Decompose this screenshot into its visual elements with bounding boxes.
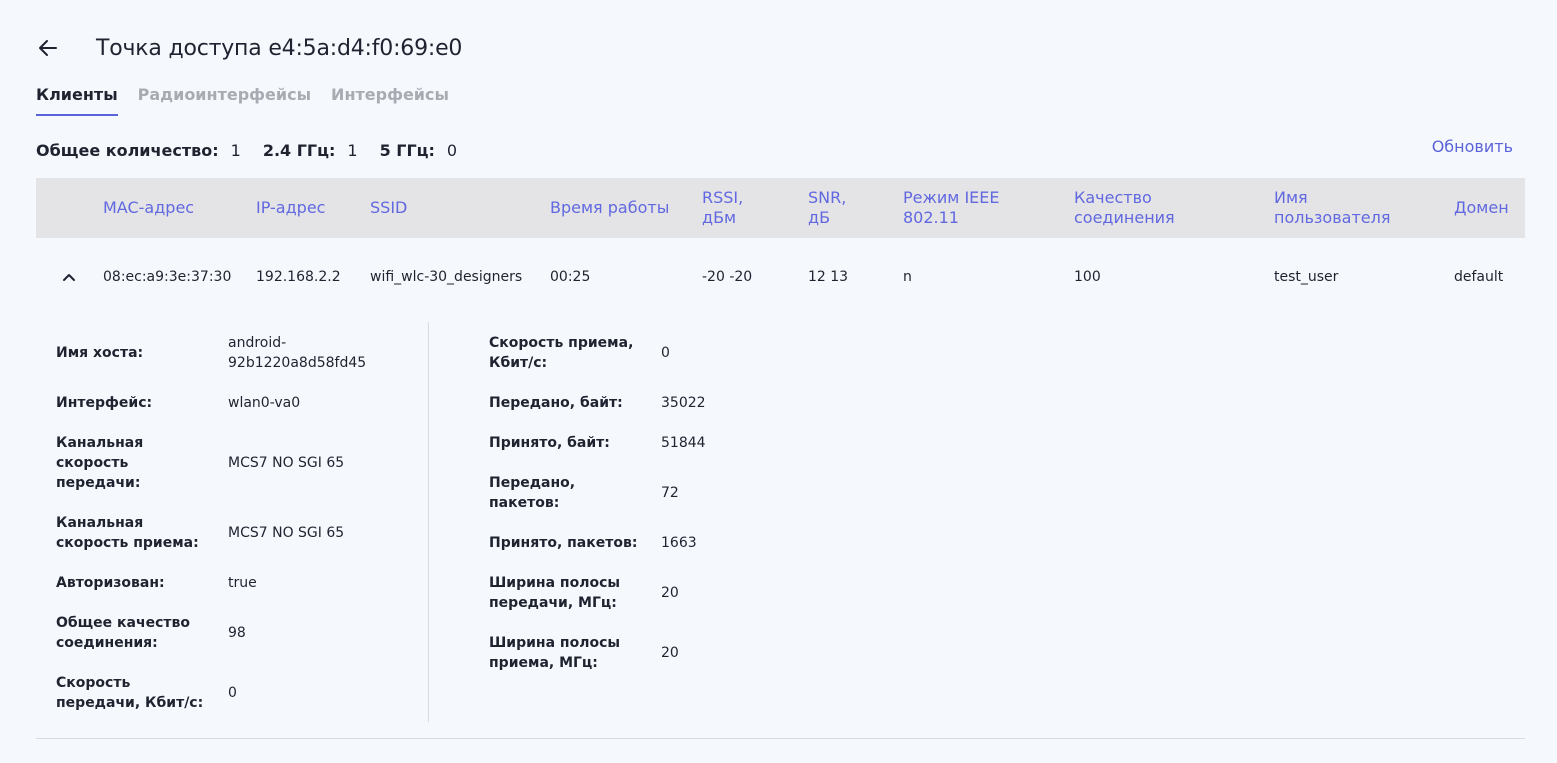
column-header-ssid[interactable]: SSID xyxy=(370,178,407,238)
table-row[interactable]: 08:ec:a9:3e:37:30 192.168.2.2 wifi_wlc-3… xyxy=(36,258,1525,296)
column-header-rssi[interactable]: RSSI, дБм xyxy=(702,178,762,238)
cell-ieee-mode: n xyxy=(903,269,912,285)
refresh-button[interactable]: Обновить xyxy=(1432,137,1513,156)
detail-value-rx-rate: MCS7 NO SGI 65 xyxy=(228,525,345,541)
cell-quality: 100 xyxy=(1074,269,1101,285)
detail-value-rx-bandwidth: 20 xyxy=(661,645,679,661)
details-divider xyxy=(428,322,429,722)
client-details: Имя хоста: android-92b1220a8d58fd45 Инте… xyxy=(36,322,1525,722)
detail-value-bytes-received: 51844 xyxy=(661,435,706,451)
cell-mac: 08:ec:a9:3e:37:30 xyxy=(103,269,232,285)
tab-clients[interactable]: Клиенты xyxy=(36,84,118,116)
table-header: MAC-адрес IP-адрес SSID Время работы RSS… xyxy=(36,178,1525,238)
tab-bar: Клиенты Радиоинтерфейсы Интерфейсы xyxy=(36,84,449,116)
column-header-quality[interactable]: Качество соединения xyxy=(1074,178,1184,238)
detail-label-bytes-sent: Передано, байт: xyxy=(489,395,623,411)
table-bottom-divider xyxy=(36,738,1525,739)
column-header-ip[interactable]: IP-адрес xyxy=(256,178,325,238)
detail-value-tx-bandwidth: 20 xyxy=(661,585,679,601)
detail-label-tx-bandwidth: Ширина полосы передачи, МГц: xyxy=(489,575,621,611)
detail-value-tx-rate: MCS7 NO SGI 65 xyxy=(228,455,345,471)
cell-uptime: 00:25 xyxy=(550,269,591,285)
cell-ssid: wifi_wlc-30_designers xyxy=(370,269,523,285)
arrow-left-icon xyxy=(39,40,57,56)
cell-username: test_user xyxy=(1274,269,1339,285)
detail-value-rx-speed: 0 xyxy=(661,345,670,361)
detail-label-tx-rate: Канальная скорость передачи: xyxy=(56,435,144,491)
detail-label-rx-bandwidth: Ширина полосы приема, МГц: xyxy=(489,635,621,671)
cell-domain: default xyxy=(1454,269,1504,285)
cell-snr: 12 13 xyxy=(808,269,849,285)
detail-label-packets-sent: Передано, пакетов: xyxy=(489,475,576,511)
detail-label-interface: Интерфейс: xyxy=(56,395,153,411)
cell-rssi: -20 -20 xyxy=(702,269,753,285)
cell-ip: 192.168.2.2 xyxy=(256,269,341,285)
count-5ghz-value: 0 xyxy=(446,141,458,160)
detail-value-overall-quality: 98 xyxy=(228,625,246,641)
page-header: Точка доступа e4:5a:d4:f0:69:e0 xyxy=(36,28,462,68)
detail-label-authorized: Авторизован: xyxy=(56,575,165,591)
total-count-value: 1 xyxy=(230,141,241,160)
detail-value-packets-sent: 72 xyxy=(661,485,679,501)
back-button[interactable] xyxy=(36,36,60,60)
detail-value-interface: wlan0-va0 xyxy=(228,395,301,411)
tab-radio-interfaces[interactable]: Радиоинтерфейсы xyxy=(138,84,311,116)
detail-label-tx-speed: Скорость передачи, Кбит/с: xyxy=(56,675,204,711)
tab-interfaces[interactable]: Интерфейсы xyxy=(331,84,449,116)
chevron-up-icon[interactable] xyxy=(62,270,76,284)
total-count-label: Общее количество: xyxy=(36,141,219,160)
detail-value-hostname: android-92b1220a8d58fd45 xyxy=(228,335,367,371)
detail-value-bytes-sent: 35022 xyxy=(661,395,706,411)
detail-label-rx-speed: Скорость приема, Кбит/с: xyxy=(489,335,634,371)
detail-label-overall-quality: Общее качество соединения: xyxy=(56,615,190,651)
detail-label-rx-rate: Канальная скорость приема: xyxy=(56,515,199,551)
column-header-domain[interactable]: Домен xyxy=(1454,178,1509,238)
detail-label-bytes-received: Принято, байт: xyxy=(489,435,610,451)
count-24ghz-value: 1 xyxy=(347,141,358,160)
column-header-ieee-mode[interactable]: Режим IEEE 802.11 xyxy=(903,178,1008,238)
detail-value-packets-received: 1663 xyxy=(661,535,697,551)
page-title: Точка доступа e4:5a:d4:f0:69:e0 xyxy=(96,35,463,61)
detail-label-hostname: Имя хоста: xyxy=(56,345,144,361)
detail-value-tx-speed: 0 xyxy=(228,685,237,701)
detail-label-packets-received: Принято, пакетов: xyxy=(489,535,638,551)
column-header-snr[interactable]: SNR, дБ xyxy=(808,178,853,238)
detail-value-authorized: true xyxy=(228,575,257,591)
column-header-username[interactable]: Имя пользователя xyxy=(1274,178,1394,238)
column-header-uptime[interactable]: Время работы xyxy=(550,178,669,238)
count-24ghz-label: 2.4 ГГц: xyxy=(262,141,336,160)
count-5ghz-label: 5 ГГц: xyxy=(379,141,435,160)
column-header-mac[interactable]: MAC-адрес xyxy=(103,178,194,238)
client-counts: Общее количество: 1 2.4 ГГц: 1 5 ГГц: 0 xyxy=(36,141,479,160)
